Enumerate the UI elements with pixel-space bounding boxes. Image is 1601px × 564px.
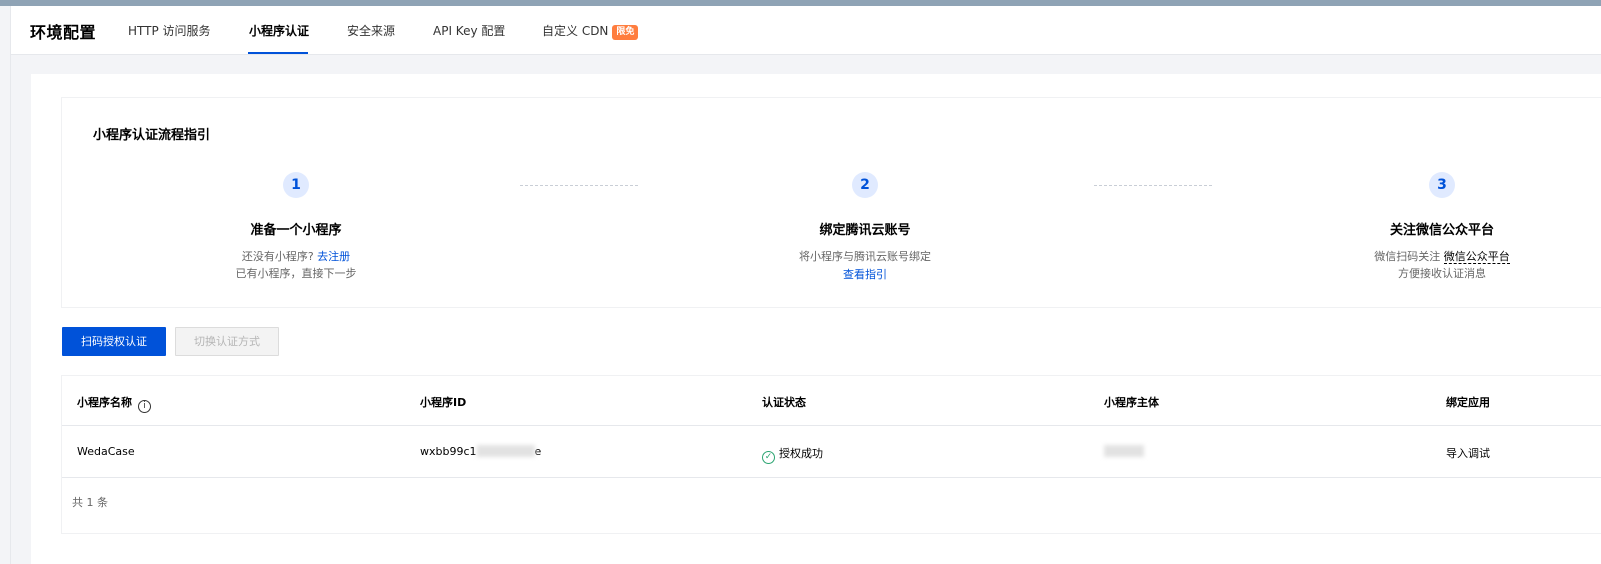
switch-auth-button: 切换认证方式 xyxy=(175,327,279,356)
table-row: WedaCase wxbb99c1 e ✓ 授权成功 导入调试 xyxy=(62,426,1601,478)
step-1-desc-text: 还没有小程序? xyxy=(241,250,314,263)
step-connector-1 xyxy=(520,185,638,186)
tab-custom-cdn-label: 自定义 CDN xyxy=(542,24,609,38)
col-name-label: 小程序名称 xyxy=(77,396,132,409)
step-1-desc: 还没有小程序? 去注册 xyxy=(196,248,396,264)
step-3-title: 关注微信公众平台 xyxy=(1389,223,1494,238)
miniprogram-table: 小程序名称 i 小程序ID 认证状态 小程序主体 绑定应用 WedaCase wx… xyxy=(61,375,1601,534)
table-total: 共 1 条 xyxy=(72,496,108,509)
redacted-owner-mask xyxy=(1104,445,1144,457)
auth-status-text: 授权成功 xyxy=(779,447,823,460)
step-3-desc-text: 微信扫码关注 xyxy=(1374,250,1441,263)
auth-status: ✓ 授权成功 xyxy=(762,445,823,464)
step-3-number: 3 xyxy=(1429,172,1455,198)
miniprogram-owner xyxy=(1104,445,1144,458)
miniprogram-id: wxbb99c1 e xyxy=(420,445,541,458)
wechat-platform-term[interactable]: 微信公众平台 xyxy=(1443,250,1510,264)
import-debug-link[interactable]: 导入调试 xyxy=(1446,445,1490,461)
step-2-title: 绑定腾讯云账号 xyxy=(819,223,911,238)
col-id-header: 小程序ID xyxy=(420,396,467,409)
step-3-desc: 微信扫码关注 微信公众平台 xyxy=(1342,248,1542,264)
page-header: 环境配置 HTTP 访问服务 小程序认证 安全来源 API Key 配置 自定义… xyxy=(11,6,1601,55)
register-link[interactable]: 去注册 xyxy=(317,250,350,263)
view-guide-link[interactable]: 查看指引 xyxy=(765,266,965,282)
step-1-number: 1 xyxy=(283,172,309,198)
miniprogram-name-link[interactable]: WedaCase xyxy=(77,445,135,458)
step-1-title: 准备一个小程序 xyxy=(250,223,342,238)
tab-http-service[interactable]: HTTP 访问服务 xyxy=(128,22,211,39)
step-3-desc-2: 方便接收认证消息 xyxy=(1398,267,1486,280)
guide-title: 小程序认证流程指引 xyxy=(93,128,211,143)
step-2-number: 2 xyxy=(852,172,878,198)
tab-miniprogram-auth[interactable]: 小程序认证 xyxy=(249,22,309,39)
step-2-desc: 将小程序与腾讯云账号绑定 xyxy=(799,250,931,263)
col-bind-app-header: 绑定应用 xyxy=(1446,396,1490,409)
check-circle-icon: ✓ xyxy=(762,451,775,464)
free-badge: 限免 xyxy=(612,25,639,40)
step-connector-2 xyxy=(1094,185,1212,186)
scan-auth-button[interactable]: 扫码授权认证 xyxy=(62,327,166,356)
tab-api-key[interactable]: API Key 配置 xyxy=(433,22,505,39)
info-circle-icon[interactable]: i xyxy=(138,400,151,413)
tab-security-source[interactable]: 安全来源 xyxy=(347,22,395,39)
left-gutter xyxy=(0,6,11,564)
miniprogram-id-prefix: wxbb99c1 xyxy=(420,445,477,458)
step-1-desc-2: 已有小程序，直接下一步 xyxy=(235,267,357,280)
miniprogram-id-suffix: e xyxy=(534,445,542,458)
col-owner-header: 小程序主体 xyxy=(1104,396,1159,409)
col-status-header: 认证状态 xyxy=(762,396,806,409)
redacted-mask xyxy=(476,445,535,457)
active-tab-indicator xyxy=(248,52,308,54)
tab-custom-cdn[interactable]: 自定义 CDN 限免 xyxy=(542,22,639,40)
table-header: 小程序名称 i 小程序ID 认证状态 小程序主体 绑定应用 xyxy=(62,376,1601,426)
page-title: 环境配置 xyxy=(30,23,97,42)
col-name-header: 小程序名称 i xyxy=(77,394,151,413)
